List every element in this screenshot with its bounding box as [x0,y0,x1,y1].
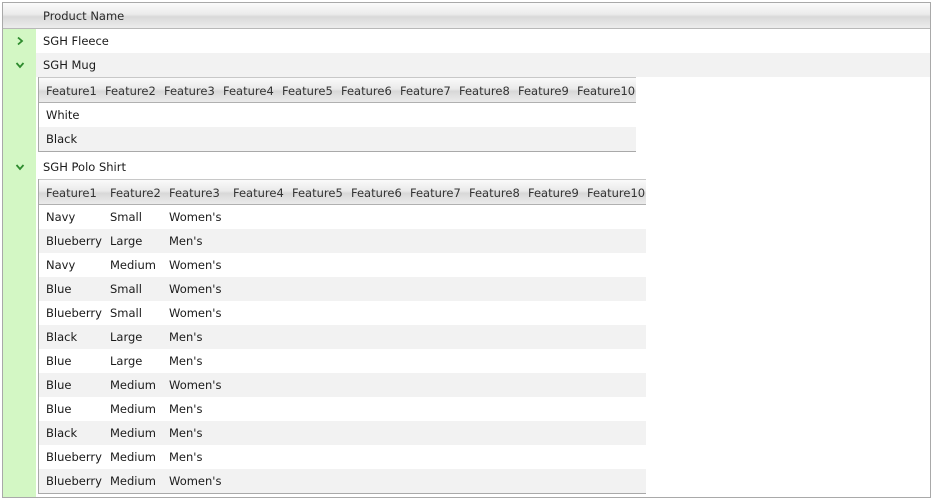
cell-feature3: Women's [169,306,222,320]
cell-feature3: Women's [169,378,222,392]
table-row[interactable]: Blueberry Large Men's [39,229,646,253]
cell-feature3: Women's [169,474,222,488]
table-row[interactable]: Blue Large Men's [39,349,646,373]
table-row[interactable]: Blueberry Small Women's [39,301,646,325]
cell-feature2: Large [110,234,143,248]
column-header-feature7[interactable]: Feature7 [410,180,461,206]
column-header-product-name[interactable]: Product Name [43,3,124,29]
table-row[interactable]: White [39,103,636,127]
cell-feature1: Blueberry [46,474,102,488]
table-row[interactable]: Black Medium Men's [39,421,646,445]
column-header-feature1[interactable]: Feature1 [46,180,97,206]
product-grid: Product Name SGH Fleece SGH Mug Feature1… [2,2,931,498]
column-header-feature8[interactable]: Feature8 [459,78,510,104]
cell-feature2: Medium [110,474,156,488]
cell-feature1: Blueberry [46,234,102,248]
cell-feature3: Women's [169,258,222,272]
cell-feature1: Black [46,330,78,344]
table-row[interactable]: Blue Medium Women's [39,373,646,397]
table-row[interactable]: Navy Medium Women's [39,253,646,277]
product-row-mug[interactable]: SGH Mug [3,53,930,77]
cell-feature2: Medium [110,402,156,416]
column-header-feature3[interactable]: Feature3 [164,78,215,104]
cell-feature2: Large [110,354,143,368]
cell-feature2: Small [110,282,142,296]
cell-feature2: Small [110,210,142,224]
table-row[interactable]: Blue Medium Men's [39,397,646,421]
expand-toggle-fleece[interactable] [3,29,36,53]
cell-feature1: Blue [46,402,72,416]
product-name: SGH Polo Shirt [43,160,126,174]
cell-feature3: Women's [169,210,222,224]
cell-feature1: Blueberry [46,450,102,464]
detail-table-polo-shirt: Feature1 Feature2 Feature3 Feature4 Feat… [38,179,646,494]
chevron-right-icon [16,36,23,46]
column-header-feature6[interactable]: Feature6 [351,180,402,206]
cell-feature2: Large [110,330,143,344]
product-name: SGH Fleece [43,34,109,48]
cell-feature1: Blue [46,354,72,368]
cell-feature2: Medium [110,378,156,392]
product-name: SGH Mug [43,58,97,72]
grid-header: Product Name [3,3,930,29]
column-header-feature6[interactable]: Feature6 [341,78,392,104]
column-header-feature4[interactable]: Feature4 [233,180,284,206]
cell-feature1: Blueberry [46,306,102,320]
cell-feature3: Men's [169,402,203,416]
table-row[interactable]: Black Large Men's [39,325,646,349]
detail-table-header: Feature1 Feature2 Feature3 Feature4 Feat… [39,77,636,103]
cell-feature3: Women's [169,282,222,296]
cell-feature1: Navy [46,258,76,272]
product-row-polo-shirt[interactable]: SGH Polo Shirt [3,155,930,179]
table-row[interactable]: Navy Small Women's [39,205,646,229]
cell-feature3: Men's [169,426,203,440]
cell-feature1: Navy [46,210,76,224]
cell-feature1: Black [46,132,78,146]
column-header-feature2[interactable]: Feature2 [105,78,156,104]
expand-gutter [3,29,36,497]
column-header-feature8[interactable]: Feature8 [469,180,520,206]
cell-feature3: Men's [169,354,203,368]
cell-feature3: Men's [169,234,203,248]
cell-feature3: Men's [169,450,203,464]
column-header-feature2[interactable]: Feature2 [110,180,161,206]
column-header-feature10[interactable]: Feature10 [577,78,635,104]
cell-feature1: Blue [46,282,72,296]
chevron-down-icon [15,62,24,69]
cell-feature2: Medium [110,426,156,440]
chevron-down-icon [15,164,24,171]
column-header-feature4[interactable]: Feature4 [223,78,274,104]
collapse-toggle-mug[interactable] [3,53,36,77]
collapse-toggle-polo-shirt[interactable] [3,155,36,179]
cell-feature1: White [46,108,80,122]
column-header-feature1[interactable]: Feature1 [46,78,97,104]
table-row[interactable]: Blueberry Medium Women's [39,469,646,493]
cell-feature1: Black [46,426,78,440]
detail-table-header: Feature1 Feature2 Feature3 Feature4 Feat… [39,179,646,205]
table-row[interactable]: Blue Small Women's [39,277,646,301]
column-header-feature9[interactable]: Feature9 [528,180,579,206]
detail-table-mug: Feature1 Feature2 Feature3 Feature4 Feat… [38,77,636,152]
cell-feature2: Medium [110,450,156,464]
column-header-feature9[interactable]: Feature9 [518,78,569,104]
column-header-feature10[interactable]: Feature10 [587,180,645,206]
cell-feature2: Small [110,306,142,320]
product-row-fleece[interactable]: SGH Fleece [3,29,930,53]
column-header-feature5[interactable]: Feature5 [282,78,333,104]
cell-feature2: Medium [110,258,156,272]
column-header-feature7[interactable]: Feature7 [400,78,451,104]
column-header-feature3[interactable]: Feature3 [169,180,220,206]
table-row[interactable]: Blueberry Medium Men's [39,445,646,469]
cell-feature3: Men's [169,330,203,344]
table-row[interactable]: Black [39,127,636,151]
column-header-feature5[interactable]: Feature5 [292,180,343,206]
cell-feature1: Blue [46,378,72,392]
